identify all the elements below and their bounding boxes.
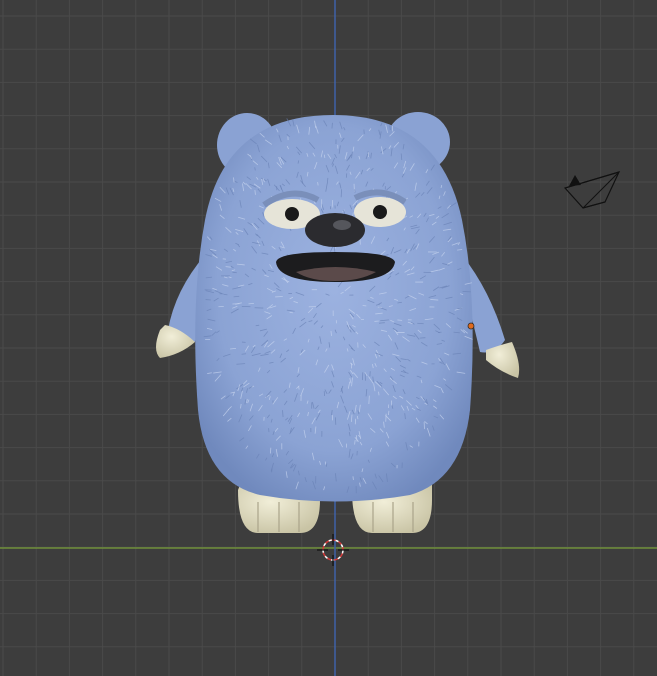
camera-icon[interactable] [563, 171, 621, 209]
fur-strand [282, 410, 284, 418]
fur-strand [330, 331, 332, 337]
fur-strand [225, 266, 231, 268]
fur-strand [354, 189, 356, 193]
fur-strand [417, 322, 424, 325]
fur-strand [331, 200, 334, 208]
body[interactable] [195, 115, 473, 502]
fur-strand [372, 376, 374, 383]
nose-highlight [333, 220, 351, 230]
3d-cursor-icon[interactable] [317, 534, 349, 566]
fur-strand [323, 154, 326, 158]
fur-strand [354, 439, 356, 445]
nose [305, 213, 365, 247]
fur-strand [255, 324, 260, 327]
viewport-canvas[interactable] [0, 0, 657, 676]
fur-strand [317, 182, 319, 186]
object-origin-marker[interactable] [467, 322, 475, 330]
fur-strand [389, 125, 391, 130]
right-eye-pupil [373, 205, 387, 219]
fur-strand [241, 353, 247, 355]
fur-strand [457, 307, 463, 310]
fur-strand [254, 190, 256, 195]
3d-viewport[interactable] [0, 0, 657, 676]
fur-strand [356, 415, 359, 420]
character-model[interactable] [156, 112, 520, 533]
left-eye-pupil [285, 207, 299, 221]
